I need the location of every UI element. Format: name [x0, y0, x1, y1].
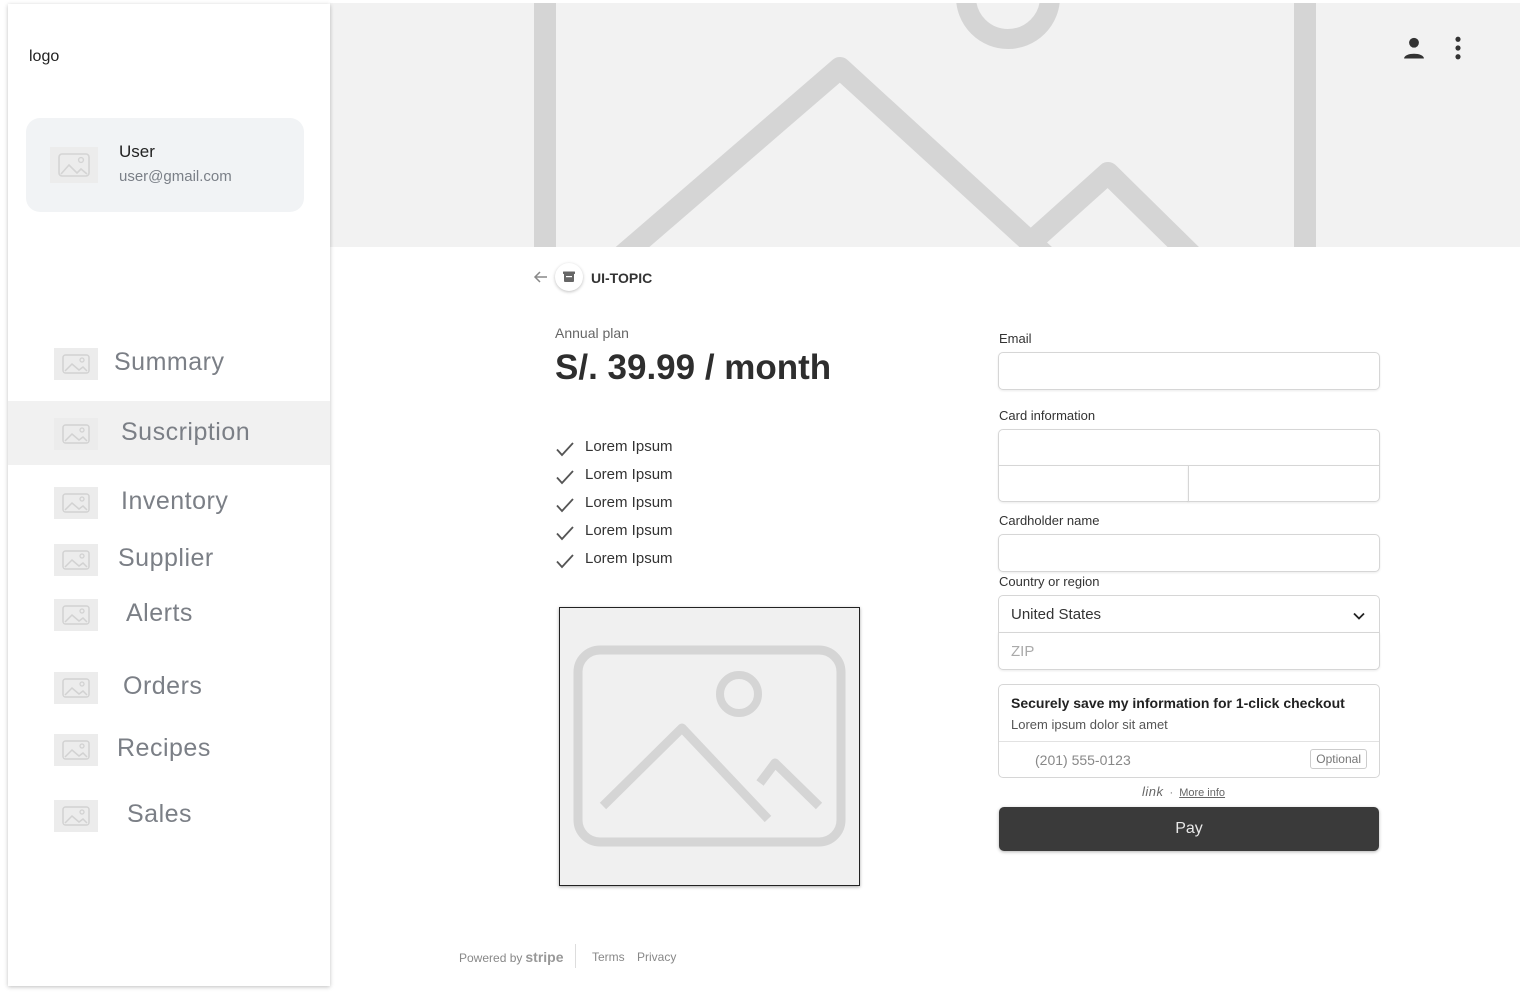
card-number-field[interactable]: [998, 429, 1380, 466]
image-placeholder-icon: [54, 544, 98, 576]
user-email: user@gmail.com: [119, 168, 232, 185]
more-info-link[interactable]: More info: [1179, 787, 1225, 799]
feature-text: Lorem Ipsum: [585, 466, 673, 483]
feature-text: Lorem Ipsum: [585, 494, 673, 511]
terms-link[interactable]: Terms: [592, 950, 625, 964]
phone-field[interactable]: [1011, 747, 1311, 773]
image-placeholder-icon: [54, 348, 98, 380]
image-placeholder-icon: [54, 487, 98, 519]
sidebar-item-label: Sales: [127, 800, 193, 828]
chevron-down-icon: [1353, 612, 1365, 620]
sidebar-item-inventory[interactable]: Inventory: [8, 469, 330, 533]
sidebar-item-label: Suscription: [121, 418, 251, 446]
logo[interactable]: logo: [29, 48, 59, 66]
image-placeholder-icon: [330, 3, 1520, 247]
email-label: Email: [999, 331, 1032, 346]
sidebar-item-label: Summary: [114, 348, 225, 376]
optional-badge: Optional: [1310, 749, 1367, 769]
cardholder-name-field[interactable]: [998, 534, 1380, 572]
save-info-title: Securely save my information for 1-click…: [1011, 695, 1345, 711]
country-value: United States: [1011, 606, 1102, 623]
check-icon: [556, 526, 574, 541]
back-arrow-icon[interactable]: [532, 268, 550, 286]
sidebar-item-label: Recipes: [117, 734, 211, 762]
person-icon[interactable]: [1400, 34, 1428, 62]
check-icon: [556, 554, 574, 569]
feature-text: Lorem Ipsum: [585, 438, 673, 455]
image-placeholder-icon: [54, 672, 98, 704]
check-icon: [556, 498, 574, 513]
feature-text: Lorem Ipsum: [585, 550, 673, 567]
user-name: User: [119, 142, 155, 161]
sidebar-item-recipes[interactable]: Recipes: [8, 720, 330, 784]
card-label: Card information: [999, 408, 1096, 423]
sidebar-item-summary[interactable]: Summary: [8, 332, 330, 396]
sidebar: logo User user@gmail.com Summary Suscript…: [8, 4, 330, 986]
privacy-link[interactable]: Privacy: [637, 950, 676, 964]
country-select[interactable]: United States: [998, 595, 1380, 633]
country-label: Country or region: [999, 574, 1100, 589]
user-card[interactable]: User user@gmail.com: [26, 118, 304, 212]
stripe-logo[interactable]: stripe: [525, 949, 563, 965]
sidebar-item-alerts[interactable]: Alerts: [8, 585, 330, 649]
image-placeholder-icon: [54, 418, 98, 450]
cardholder-label: Cardholder name: [999, 513, 1100, 528]
link-row: link · More info: [1142, 784, 1225, 799]
card-expiry-field[interactable]: [998, 465, 1189, 502]
image-placeholder-icon: [573, 645, 846, 847]
image-placeholder-icon: [54, 800, 98, 832]
sidebar-item-suscription[interactable]: Suscription: [8, 401, 330, 465]
card-cvc-field[interactable]: [1188, 465, 1380, 502]
email-field[interactable]: [998, 352, 1380, 390]
powered-by: Powered by: [459, 951, 523, 965]
check-icon: [556, 470, 574, 485]
sidebar-item-label: Alerts: [126, 599, 193, 627]
plan-label: Annual plan: [555, 325, 629, 341]
store-icon: [555, 263, 583, 291]
checkout-footer: Powered by stripe Terms Privacy: [459, 944, 676, 968]
header-actions: [1374, 8, 1492, 78]
plan-price: S/. 39.99 / month: [555, 348, 832, 387]
header-banner: [330, 3, 1520, 247]
zip-field[interactable]: [998, 632, 1380, 670]
sidebar-item-orders[interactable]: Orders: [8, 658, 330, 722]
avatar: [50, 147, 98, 183]
link-separator: ·: [1169, 787, 1174, 799]
save-info-subtitle: Lorem ipsum dolor sit amet: [1011, 717, 1168, 732]
sidebar-item-label: Inventory: [121, 487, 229, 515]
divider: [999, 741, 1379, 742]
product-image: [559, 607, 860, 886]
check-icon: [556, 442, 574, 457]
feature-text: Lorem Ipsum: [585, 522, 673, 539]
footer-divider: [575, 944, 576, 968]
store-name: UI-TOPIC: [591, 270, 653, 286]
sidebar-item-sales[interactable]: Sales: [8, 784, 330, 848]
link-logo: link: [1142, 784, 1164, 799]
save-info-box[interactable]: Securely save my information for 1-click…: [998, 684, 1380, 778]
sidebar-item-label: Orders: [123, 672, 203, 700]
image-placeholder-icon: [54, 734, 98, 766]
pay-button[interactable]: Pay: [999, 807, 1379, 851]
more-vertical-icon[interactable]: [1444, 34, 1472, 62]
image-placeholder-icon: [54, 599, 98, 631]
sidebar-item-supplier[interactable]: Supplier: [8, 529, 330, 593]
sidebar-item-label: Supplier: [118, 544, 214, 572]
